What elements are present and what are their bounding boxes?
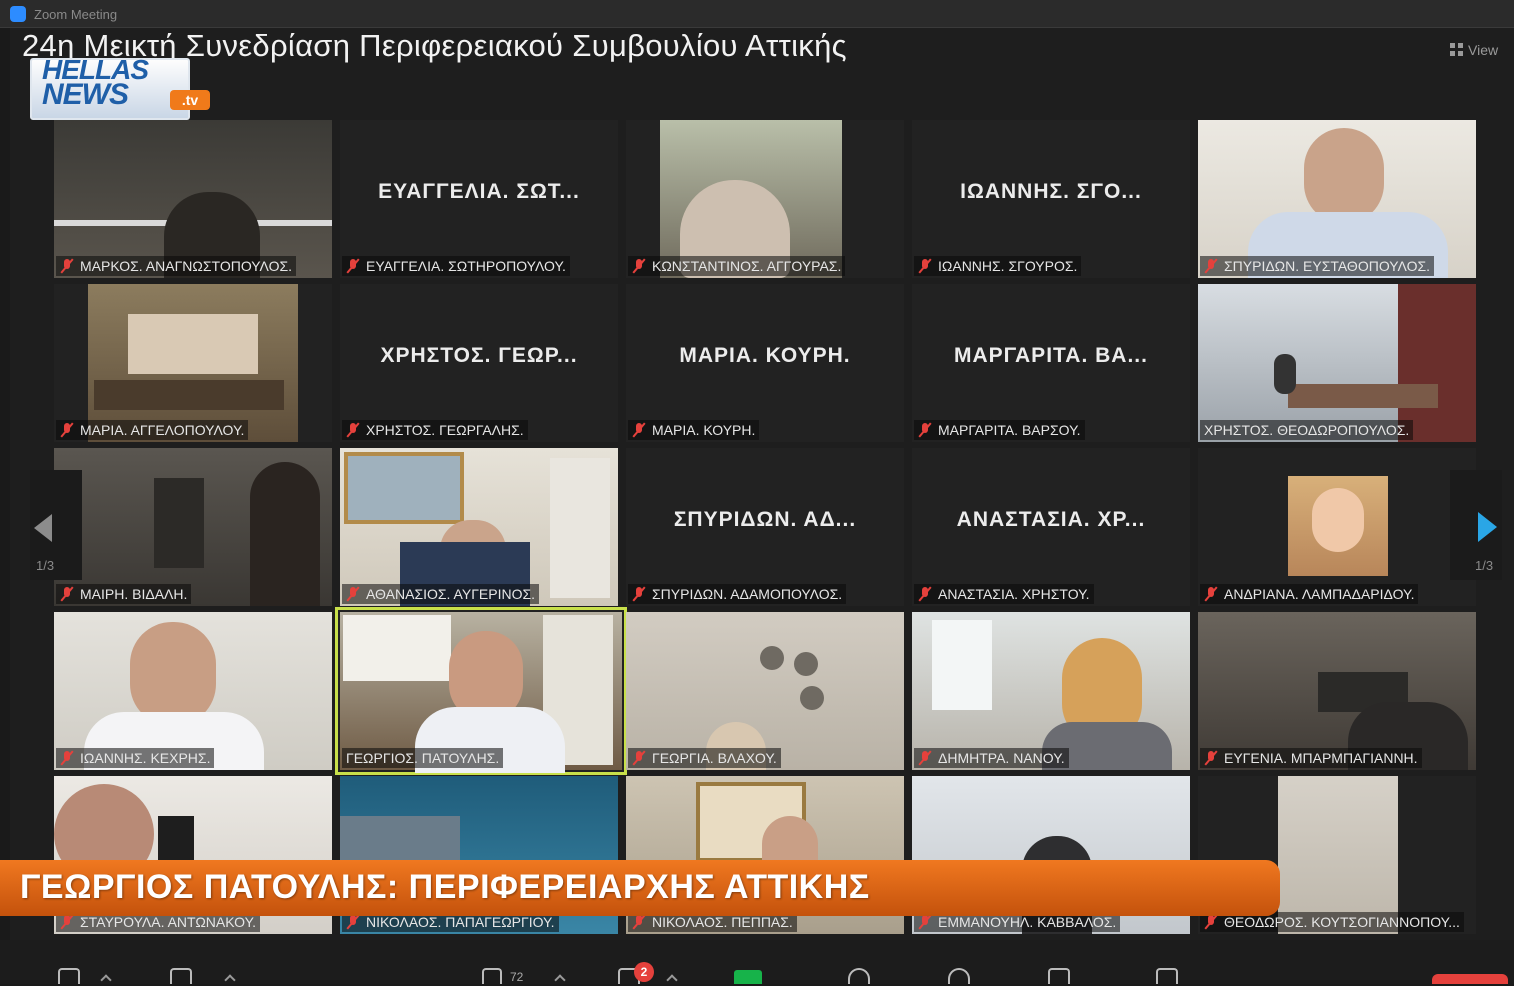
more-button[interactable]	[1156, 968, 1178, 984]
hellas-news-logo: HELLAS NEWS .tv	[30, 52, 212, 120]
muted-mic-icon	[1204, 258, 1218, 274]
muted-mic-icon	[60, 750, 74, 766]
chevron-left-icon	[34, 514, 52, 542]
record-button[interactable]	[848, 968, 870, 984]
participant-display-name: ΣΠΥΡΙΔΩΝ. ΑΔ...	[673, 508, 857, 531]
grid-view-icon	[1450, 43, 1463, 56]
news-lower-third: ΓΕΩΡΓΙΟΣ ΠΑΤΟΥΛΗΣ: ΠΕΡΙΦΕΡΕΙΑΡΧΗΣ ΑΤΤΙΚΗ…	[0, 860, 1280, 916]
participant-name: ΚΩΝΣΤΑΝΤΙΝΟΣ. ΑΓΓΟΥΡΑΣ.	[628, 256, 846, 276]
participants-count: 72	[510, 970, 524, 984]
participant-name: ΜΑΙΡΗ. ΒΙΔΑΛΗ.	[56, 584, 192, 604]
participant-name: ΣΠΥΡΙΔΩΝ. ΕΥΣΤΑΘΟΠΟΥΛΟΣ.	[1200, 256, 1435, 276]
video-tile[interactable]: ΜΑΡΙΑ. ΑΓΓΕΛΟΠΟΥΛΟΥ.	[54, 284, 332, 442]
video-tile[interactable]: ΜΑΡΚΟΣ. ΑΝΑΓΝΩΣΤΟΠΟΥΛΟΣ.	[54, 120, 332, 278]
muted-mic-icon	[1204, 750, 1218, 766]
video-tile[interactable]: ΧΡΗΣΤΟΣ. ΘΕΟΔΩΡΟΠΟΥΛΟΣ.	[1198, 284, 1476, 442]
leave-button[interactable]	[1432, 974, 1508, 984]
video-tile[interactable]: ΑΘΑΝΑΣΙΟΣ. ΑΥΓΕΡΙΝΟΣ.	[340, 448, 618, 606]
apps-button[interactable]	[1048, 968, 1070, 984]
video-tile[interactable]: ΜΑΙΡΗ. ΒΙΔΑΛΗ.	[54, 448, 332, 606]
page-indicator-right: 1/3	[1475, 558, 1494, 573]
video-tile[interactable]: ΧΡΗΣΤΟΣ. ΓΕΩΡ... ΧΡΗΣΤΟΣ. ΓΕΩΡΓΑΛΗΣ.	[340, 284, 618, 442]
participant-name: ΜΑΡΙΑ. ΑΓΓΕΛΟΠΟΥΛΟΥ.	[56, 420, 249, 440]
muted-mic-icon	[346, 422, 360, 438]
muted-mic-icon	[1204, 914, 1218, 930]
participant-name: ΑΝΔΡΙΑΝΑ. ΛΑΜΠΑΔΑΡΙΔΟΥ.	[1200, 584, 1419, 604]
muted-mic-icon	[60, 914, 74, 930]
muted-mic-icon	[632, 750, 646, 766]
participant-name: ΜΑΡΓΑΡΙΤΑ. ΒΑΡΣΟΥ.	[914, 420, 1085, 440]
participant-name: ΜΑΡΚΟΣ. ΑΝΑΓΝΩΣΤΟΠΟΥΛΟΣ.	[56, 256, 297, 276]
video-tile[interactable]: ΑΝΔΡΙΑΝΑ. ΛΑΜΠΑΔΑΡΙΔΟΥ.	[1198, 448, 1476, 606]
video-tile[interactable]: ΚΩΝΣΤΑΝΤΙΝΟΣ. ΑΓΓΟΥΡΑΣ.	[626, 120, 904, 278]
video-tile[interactable]: ΕΥΓΕΝΙΑ. ΜΠΑΡΜΠΑΓΙΑΝΝΗ.	[1198, 612, 1476, 770]
participant-name: ΕΥΓΕΝΙΑ. ΜΠΑΡΜΠΑΓΙΑΝΝΗ.	[1200, 748, 1422, 768]
participants-button[interactable]	[482, 968, 502, 984]
video-tile[interactable]: ΙΩΑΝΝΗΣ. ΚΕΧΡΗΣ.	[54, 612, 332, 770]
video-tile-active-speaker[interactable]: ΓΕΩΡΓΙΟΣ. ΠΑΤΟΥΛΗΣ.	[335, 607, 627, 775]
video-tile[interactable]: ΣΠΥΡΙΔΩΝ. ΑΔ... ΣΠΥΡΙΔΩΝ. ΑΔΑΜΟΠΟΥΛΟΣ.	[626, 448, 904, 606]
video-tile[interactable]: ΑΝΑΣΤΑΣΙΑ. ΧΡ... ΑΝΑΣΤΑΣΙΑ. ΧΡΗΣΤΟΥ.	[912, 448, 1190, 606]
page-indicator-left: 1/3	[36, 558, 55, 573]
participant-display-name: ΙΩΑΝΝΗΣ. ΣΓΟ...	[960, 180, 1142, 203]
participant-display-name: ΜΑΡΓΑΡΙΤΑ. ΒΑ...	[954, 344, 1148, 367]
start-video-button[interactable]	[170, 968, 192, 984]
view-label: View	[1468, 42, 1499, 58]
muted-mic-icon	[918, 750, 932, 766]
participant-name: ΙΩΑΝΝΗΣ. ΣΓΟΥΡΟΣ.	[914, 256, 1082, 276]
video-tile[interactable]: ΜΑΡΓΑΡΙΤΑ. ΒΑ... ΜΑΡΓΑΡΙΤΑ. ΒΑΡΣΟΥ.	[912, 284, 1190, 442]
zoom-app-icon	[10, 6, 26, 22]
chat-unread-badge: 2	[634, 962, 654, 982]
muted-mic-icon	[632, 914, 646, 930]
muted-mic-icon	[632, 586, 646, 602]
window-title: Zoom Meeting	[34, 7, 118, 22]
muted-mic-icon	[60, 258, 74, 274]
muted-mic-icon	[346, 586, 360, 602]
participant-name: ΜΑΡΙΑ. ΚΟΥΡΗ.	[628, 420, 760, 440]
muted-mic-icon	[918, 258, 932, 274]
participant-display-name: ΑΝΑΣΤΑΣΙΑ. ΧΡ...	[956, 508, 1146, 531]
muted-mic-icon	[632, 258, 646, 274]
participant-name: ΓΕΩΡΓΙΟΣ. ΠΑΤΟΥΛΗΣ.	[342, 748, 504, 768]
participant-display-name: ΧΡΗΣΤΟΣ. ΓΕΩΡ...	[380, 344, 578, 367]
participant-name: ΣΠΥΡΙΔΩΝ. ΑΔΑΜΟΠΟΥΛΟΣ.	[628, 584, 847, 604]
logo-suffix: .tv	[170, 90, 210, 110]
participant-name: ΕΥΑΓΓΕΛΙΑ. ΣΩΤΗΡΟΠΟΥΛΟΥ.	[342, 256, 570, 276]
unmute-button[interactable]	[58, 968, 80, 984]
participant-name: ΑΘΑΝΑΣΙΟΣ. ΑΥΓΕΡΙΝΟΣ.	[342, 584, 540, 604]
video-tile[interactable]: ΙΩΑΝΝΗΣ. ΣΓΟ... ΙΩΑΝΝΗΣ. ΣΓΟΥΡΟΣ.	[912, 120, 1190, 278]
participant-name: ΙΩΑΝΝΗΣ. ΚΕΧΡΗΣ.	[56, 748, 215, 768]
video-tile[interactable]: ΔΗΜΗΤΡΑ. ΝΑΝΟΥ.	[912, 612, 1190, 770]
muted-mic-icon	[918, 422, 932, 438]
lower-third-text: ΓΕΩΡΓΙΟΣ ΠΑΤΟΥΛΗΣ: ΠΕΡΙΦΕΡΕΙΑΡΧΗΣ ΑΤΤΙΚΗ…	[20, 868, 870, 906]
chevron-right-icon	[1478, 512, 1497, 542]
video-tile[interactable]: ΕΥΑΓΓΕΛΙΑ. ΣΩΤ... ΕΥΑΓΓΕΛΙΑ. ΣΩΤΗΡΟΠΟΥΛΟ…	[340, 120, 618, 278]
video-tile[interactable]: ΓΕΩΡΓΙΑ. ΒΛΑΧΟΥ.	[626, 612, 904, 770]
muted-mic-icon	[918, 914, 932, 930]
view-button[interactable]: View	[1450, 42, 1498, 58]
participant-display-name: ΜΑΡΙΑ. ΚΟΥΡΗ.	[679, 344, 851, 367]
video-tile[interactable]: ΜΑΡΙΑ. ΚΟΥΡΗ. ΜΑΡΙΑ. ΚΟΥΡΗ.	[626, 284, 904, 442]
participant-name: ΑΝΑΣΤΑΣΙΑ. ΧΡΗΣΤΟΥ.	[914, 584, 1094, 604]
muted-mic-icon	[632, 422, 646, 438]
muted-mic-icon	[346, 914, 360, 930]
participant-name: ΧΡΗΣΤΟΣ. ΘΕΟΔΩΡΟΠΟΥΛΟΣ.	[1200, 420, 1414, 440]
video-tile[interactable]: ΣΠΥΡΙΔΩΝ. ΕΥΣΤΑΘΟΠΟΥΛΟΣ.	[1198, 120, 1476, 278]
muted-mic-icon	[1204, 586, 1218, 602]
muted-mic-icon	[60, 422, 74, 438]
participant-name: ΔΗΜΗΤΡΑ. ΝΑΝΟΥ.	[914, 748, 1069, 768]
muted-mic-icon	[918, 586, 932, 602]
reactions-button[interactable]	[948, 968, 970, 984]
share-screen-button[interactable]	[734, 970, 762, 984]
participant-name: ΧΡΗΣΤΟΣ. ΓΕΩΡΓΑΛΗΣ.	[342, 420, 528, 440]
participant-name: ΓΕΩΡΓΙΑ. ΒΛΑΧΟΥ.	[628, 748, 781, 768]
logo-word-2: NEWS	[42, 78, 129, 111]
participant-display-name: ΕΥΑΓΓΕΛΙΑ. ΣΩΤ...	[378, 180, 580, 203]
window-titlebar: Zoom Meeting	[0, 0, 1514, 28]
muted-mic-icon	[346, 258, 360, 274]
muted-mic-icon	[60, 586, 74, 602]
